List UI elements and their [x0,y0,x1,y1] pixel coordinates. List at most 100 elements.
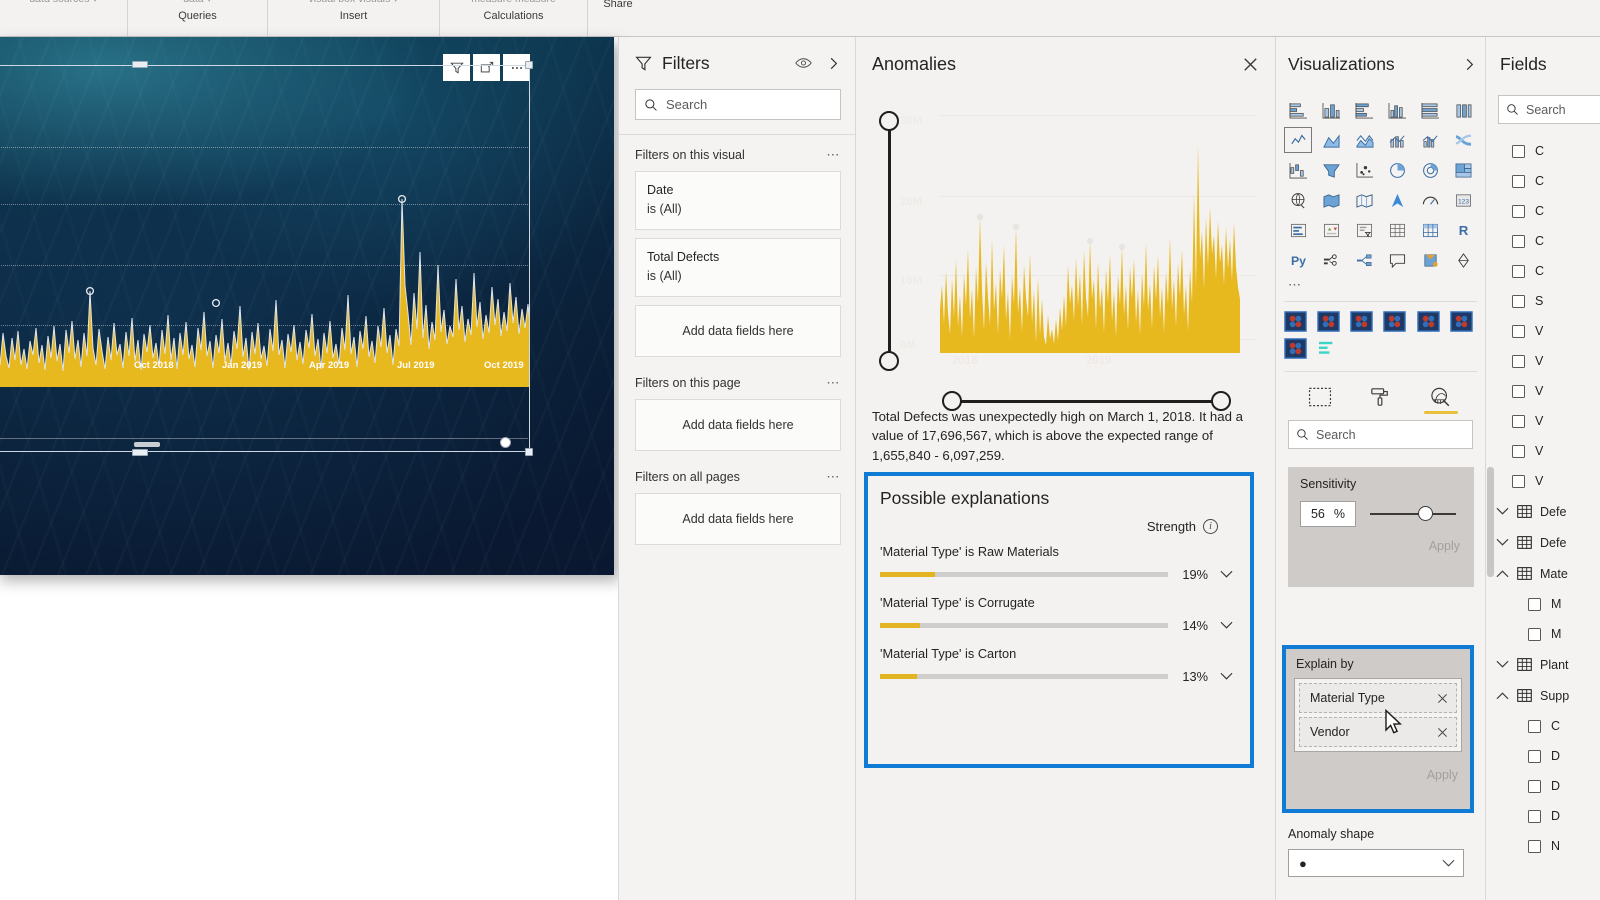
field-item[interactable]: V [1486,466,1600,496]
arcgis-map-icon[interactable] [1383,187,1411,213]
field-checkbox[interactable] [1512,144,1525,158]
scrollbar-thumb[interactable] [134,442,160,447]
stacked-column-chart-icon[interactable] [1317,97,1345,123]
explanation-item[interactable]: 'Material Type' is Raw Materials 19% [880,544,1234,582]
chevron-down-icon[interactable] [1496,507,1509,516]
field-item[interactable]: C [1486,136,1600,166]
pie-chart-icon[interactable] [1383,157,1411,183]
field-item[interactable]: D [1486,771,1600,801]
analytics-tab[interactable] [1420,387,1462,414]
card-icon[interactable]: 123 [1450,187,1478,213]
custom-visual-icon[interactable] [1317,311,1341,333]
chevron-up-icon[interactable] [1496,691,1509,700]
field-checkbox[interactable] [1528,839,1541,853]
100-stacked-column-chart-icon[interactable] [1450,97,1478,123]
field-checkbox[interactable] [1528,627,1541,641]
field-checkbox[interactable] [1512,174,1525,188]
field-item[interactable]: C [1486,226,1600,256]
line-stacked-column-chart-icon[interactable] [1383,127,1411,153]
more-visuals-icon[interactable]: ⋯ [1276,273,1485,299]
funnel-chart-icon[interactable] [1317,157,1345,183]
filter-icon[interactable] [443,54,470,81]
section-more-icon[interactable]: ⋯ [826,375,841,391]
close-icon[interactable] [1437,727,1448,738]
resize-handle-bottom-right[interactable] [525,448,533,456]
fields-search-box[interactable]: Search [1498,95,1600,124]
map-icon[interactable] [1284,187,1312,213]
resize-handle-top[interactable] [132,61,148,68]
r-script-visual-icon[interactable]: R [1450,217,1478,243]
field-checkbox[interactable] [1528,597,1541,611]
slicer-icon[interactable] [1350,217,1378,243]
field-item[interactable]: C [1486,166,1600,196]
horizontal-zoom-slider[interactable] [942,391,1231,411]
ribbon-group-calculations[interactable]: measure measure Calculations [440,0,588,36]
resize-handle-round[interactable] [500,437,511,448]
filled-map-icon[interactable] [1317,187,1345,213]
field-item[interactable]: C [1486,711,1600,741]
field-table-item[interactable]: Defe [1486,496,1600,527]
smart-narrative-icon[interactable] [1450,247,1478,273]
chevron-down-icon[interactable] [1218,672,1234,681]
fields-tree[interactable]: C C C C C S V V V V V V Defe Defe Mate M… [1486,124,1600,861]
custom-visual-icon[interactable] [1416,311,1441,333]
field-table-item[interactable]: Plant [1486,649,1600,680]
sensitivity-apply-button[interactable]: Apply [1288,527,1474,553]
field-checkbox[interactable] [1528,719,1541,733]
field-item[interactable]: C [1486,256,1600,286]
slider-knob-top[interactable] [879,111,899,131]
multi-row-card-icon[interactable] [1284,217,1312,243]
ribbon-group-share[interactable]: Share [588,0,648,36]
chevron-down-icon[interactable] [1218,621,1234,630]
custom-visual-icon[interactable] [1450,311,1474,333]
chevron-down-icon[interactable] [1496,660,1509,669]
field-checkbox[interactable] [1512,414,1525,428]
ribbon-group-data-sources[interactable]: data sources ▾ [0,0,128,36]
visual-pane-tabs[interactable] [1276,372,1485,414]
treemap-icon[interactable] [1450,157,1478,183]
stacked-bar-chart-icon[interactable] [1284,97,1312,123]
field-item[interactable]: V [1486,376,1600,406]
field-item[interactable]: M [1486,589,1600,619]
fields-scrollbar[interactable] [1487,467,1494,577]
gauge-icon[interactable] [1417,187,1445,213]
custom-visual-icon[interactable] [1350,311,1374,333]
eye-icon[interactable] [795,56,812,70]
filters-search-box[interactable] [635,89,841,120]
resize-handle-bottom[interactable] [132,449,148,456]
chevron-up-icon[interactable] [1496,569,1509,578]
format-tab[interactable] [1359,387,1401,415]
field-item[interactable]: V [1486,436,1600,466]
line-chart-icon[interactable] [1284,127,1312,153]
explanation-item[interactable]: 'Material Type' is Corrugate 14% [880,595,1234,633]
fields-tab[interactable] [1299,387,1341,415]
chevron-down-icon[interactable] [1496,538,1509,547]
table-icon[interactable] [1383,217,1411,243]
paginated-report-icon[interactable] [1417,247,1445,273]
field-item[interactable]: S [1486,286,1600,316]
visual-header-buttons[interactable] [443,54,530,81]
donut-chart-icon[interactable] [1417,157,1445,183]
anomalies-chart[interactable]: 30M 20M 10M 0M 2018 2019 [866,91,1261,411]
ribbon-chart-icon[interactable] [1450,127,1478,153]
info-icon[interactable]: i [1203,519,1218,534]
field-item[interactable]: D [1486,741,1600,771]
custom-visuals-grid[interactable] [1276,302,1485,369]
field-item[interactable]: V [1486,316,1600,346]
field-item[interactable]: D [1486,801,1600,831]
filter-card-total-defects[interactable]: Total Defects is (All) [635,237,841,297]
field-checkbox[interactable] [1512,384,1525,398]
field-checkbox[interactable] [1512,444,1525,458]
slider-knob[interactable] [1418,506,1433,521]
field-item[interactable]: V [1486,346,1600,376]
custom-visual-icon[interactable] [1284,338,1308,360]
kpi-icon[interactable] [1317,217,1345,243]
matrix-icon[interactable] [1417,217,1445,243]
close-icon[interactable] [1242,56,1259,73]
area-chart-icon[interactable] [1317,127,1345,153]
field-checkbox[interactable] [1512,234,1525,248]
custom-visual-green-icon[interactable] [1317,338,1341,360]
ribbon-group-queries[interactable]: data ▾ Queries [128,0,268,36]
explain-by-field-vendor[interactable]: Vendor [1299,717,1457,747]
visual-horizontal-scrollbar[interactable] [0,438,528,449]
